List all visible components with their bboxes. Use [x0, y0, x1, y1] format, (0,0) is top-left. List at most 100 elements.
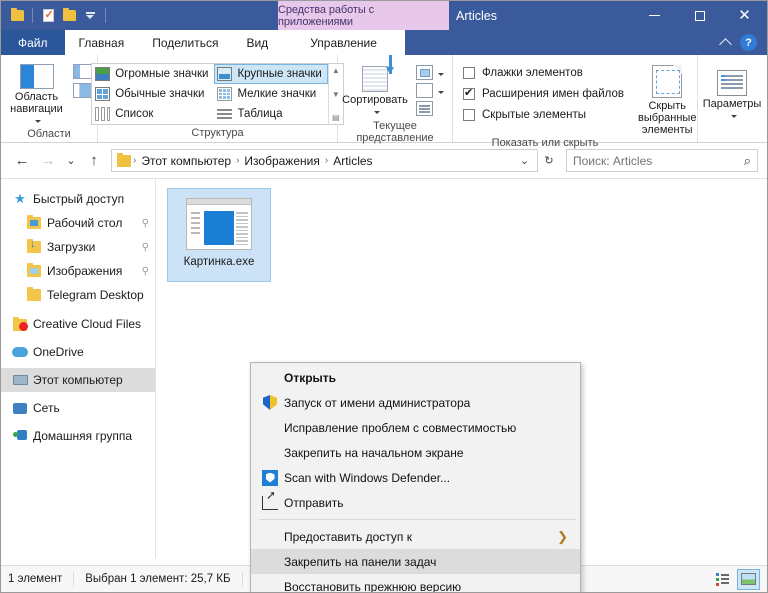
sidebar-item-this-pc[interactable]: Этот компьютер — [1, 368, 155, 392]
pictures-folder-icon — [25, 263, 43, 277]
close-button[interactable]: ✕ — [722, 1, 767, 30]
menu-item-give-access-to[interactable]: Предоставить доступ к ❯ — [251, 524, 580, 549]
menu-item-troubleshoot-compatibility[interactable]: Исправление проблем с совместимостью — [251, 415, 580, 440]
tab-file[interactable]: Файл — [1, 30, 65, 55]
tab-share[interactable]: Поделиться — [138, 30, 233, 55]
customize-caret-icon[interactable] — [81, 7, 99, 25]
menu-item-share[interactable]: Отправить — [251, 488, 580, 515]
details-view-button[interactable] — [711, 569, 734, 590]
star-icon: ★ — [14, 191, 26, 206]
sidebar-item-label: Загрузки — [47, 240, 96, 254]
refresh-button[interactable]: ↻ — [540, 149, 558, 173]
breadcrumb-pictures[interactable]: Изображения — [240, 154, 323, 168]
folder-icon[interactable] — [8, 7, 26, 25]
checkbox-item-checkboxes[interactable]: Флажки элементов — [463, 62, 624, 83]
properties-icon[interactable] — [39, 7, 57, 25]
checkbox-file-extensions[interactable]: Расширения имен файлов — [463, 83, 624, 104]
address-dropdown-icon[interactable]: ⌄ — [514, 150, 535, 171]
menu-item-pin-to-start[interactable]: Закрепить на начальном экране — [251, 440, 580, 465]
search-placeholder: Поиск: Articles — [573, 153, 653, 168]
small-icons-icon — [217, 87, 233, 101]
breadcrumb-articles[interactable]: Articles — [329, 154, 376, 168]
menu-item-restore-previous-versions[interactable]: Восстановить прежнюю версию — [251, 574, 580, 593]
sidebar-item-downloads[interactable]: Загрузки ⚲ — [1, 235, 155, 259]
window-title: Articles — [456, 8, 497, 23]
file-item[interactable]: Картинка.exe — [167, 188, 271, 282]
recent-locations-button[interactable]: ⌄ — [62, 149, 80, 173]
hide-selected-label-line1: Скрыть выбранные — [637, 100, 697, 124]
details-pane-icon[interactable] — [73, 83, 92, 98]
hidden-items-checkbox[interactable] — [463, 108, 475, 121]
sidebar-item-quick-access[interactable]: ★ Быстрый доступ — [1, 187, 155, 211]
sidebar-item-network[interactable]: Сеть — [1, 396, 155, 420]
pin-icon[interactable]: ⚲ — [142, 242, 149, 253]
help-icon[interactable]: ? — [740, 34, 757, 51]
options-button[interactable]: Параметры — [703, 67, 761, 122]
layout-small-icons[interactable]: Мелкие значки — [214, 84, 327, 104]
desktop-folder-icon — [25, 215, 43, 229]
list-icon — [95, 107, 111, 121]
sidebar-item-label: Рабочий стол — [47, 216, 123, 230]
shield-icon — [259, 395, 281, 410]
sort-button[interactable]: Сортировать — [342, 55, 408, 118]
chevron-down-icon-colsize[interactable] — [438, 90, 444, 94]
context-menu[interactable]: Открыть Запуск от имени администратора И… — [250, 362, 581, 593]
layout-list-label: Список — [115, 108, 154, 120]
sidebar-item-telegram-desktop[interactable]: Telegram Desktop — [1, 283, 155, 307]
column-layout-icon[interactable] — [416, 83, 433, 98]
layout-details-label: Таблица — [237, 108, 283, 120]
up-button[interactable]: ↑ — [82, 149, 106, 173]
sidebar-item-creative-cloud-files[interactable]: Creative Cloud Files — [1, 312, 155, 336]
sidebar-item-label: OneDrive — [33, 345, 84, 359]
menu-item-pin-to-taskbar[interactable]: Закрепить на панели задач — [251, 549, 580, 574]
chevron-up-icon[interactable] — [719, 37, 732, 51]
hide-selected-items-button[interactable]: Скрыть выбранные элементы — [638, 62, 696, 136]
file-extensions-checkbox[interactable] — [463, 86, 475, 100]
checkbox-hidden-items[interactable]: Скрытые элементы — [463, 104, 624, 125]
minimize-button[interactable] — [632, 1, 677, 30]
sidebar-item-label: Creative Cloud Files — [33, 317, 142, 331]
sidebar-item-desktop[interactable]: Рабочий стол ⚲ — [1, 211, 155, 235]
homegroup-icon — [11, 430, 29, 442]
tab-view[interactable]: Вид — [232, 30, 283, 55]
tab-bar-filler — [404, 30, 721, 55]
file-name-label: Картинка.exe — [183, 256, 255, 268]
sidebar-item-pictures[interactable]: Изображения ⚲ — [1, 259, 155, 283]
menu-item-scan-with-windows-defender[interactable]: Scan with Windows Defender... — [251, 465, 580, 490]
pin-icon[interactable]: ⚲ — [142, 218, 149, 229]
search-input[interactable]: Поиск: Articles ⌕ — [566, 149, 758, 172]
quick-access-toolbar — [1, 1, 109, 30]
large-icons-view-button[interactable] — [737, 568, 760, 590]
ribbon-group-label-layout: Структура — [191, 127, 244, 139]
search-icon[interactable]: ⌕ — [744, 153, 751, 169]
layout-large-icons[interactable]: Крупные значки — [214, 64, 328, 84]
sort-button-label: Сортировать — [342, 94, 408, 106]
preview-pane-icon[interactable] — [73, 64, 92, 79]
share-icon — [259, 488, 281, 510]
sidebar-item-onedrive[interactable]: OneDrive — [1, 340, 155, 364]
breadcrumb-this-pc[interactable]: Этот компьютер — [137, 154, 235, 168]
layout-huge-icons[interactable]: Огромные значки — [92, 64, 214, 84]
explorer-body: ★ Быстрый доступ Рабочий стол ⚲ Загрузки… — [1, 178, 767, 592]
navigation-pane-button[interactable]: Область навигации — [6, 61, 67, 127]
menu-item-run-as-administrator[interactable]: Запуск от имени администратора — [251, 390, 580, 415]
add-columns-icon[interactable] — [416, 65, 433, 80]
chevron-down-icon — [35, 119, 41, 123]
tab-home[interactable]: Главная — [64, 30, 139, 55]
size-all-columns-icon[interactable] — [416, 101, 433, 116]
breadcrumb[interactable]: › Этот компьютер › Изображения › Article… — [111, 149, 538, 172]
forward-button[interactable]: → — [36, 149, 60, 173]
item-checkboxes-checkbox[interactable] — [463, 66, 475, 79]
back-button[interactable]: ← — [10, 149, 34, 173]
pin-icon[interactable]: ⚲ — [142, 266, 149, 277]
downloads-folder-icon — [25, 238, 43, 253]
maximize-button[interactable] — [677, 1, 722, 30]
layout-details[interactable]: Таблица — [214, 104, 327, 124]
tab-manage[interactable]: Управление — [282, 30, 405, 55]
menu-item-open[interactable]: Открыть — [251, 365, 580, 390]
new-folder-icon[interactable] — [60, 7, 78, 25]
chevron-down-icon-cols[interactable] — [438, 72, 444, 76]
layout-list[interactable]: Список — [92, 104, 214, 124]
layout-medium-icons[interactable]: Обычные значки — [92, 84, 214, 104]
sidebar-item-homegroup[interactable]: Домашняя группа — [1, 424, 155, 448]
